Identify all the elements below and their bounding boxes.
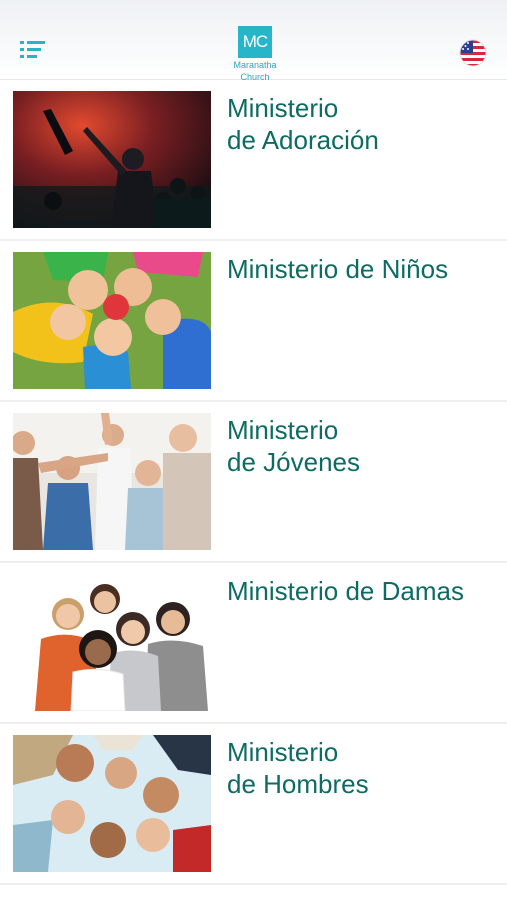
ministry-title: Ministerio de Damas	[227, 575, 497, 607]
ministry-title: Ministerio de Hombres	[227, 736, 497, 800]
men-huddle-photo	[13, 735, 211, 872]
app-header: MC Maranatha Church	[0, 0, 507, 82]
menu-list-icon[interactable]	[18, 38, 48, 62]
church-logo[interactable]: MC Maranatha Church	[229, 26, 281, 82]
worship-concert-photo	[13, 91, 211, 228]
ministry-list: Ministerio de Adoración Ministerio de Ni…	[0, 80, 507, 885]
ministry-title-line1: Ministerio	[227, 737, 339, 767]
ministry-title-line1: Ministerio	[227, 93, 339, 123]
logo-mark: MC	[238, 26, 272, 58]
women-group-photo	[13, 574, 211, 711]
ministry-title-line2: de Adoración	[227, 125, 379, 155]
ministry-title: Ministerio de Niños	[227, 253, 497, 285]
ministry-title-line2: de Hombres	[227, 769, 369, 799]
us-flag-icon[interactable]	[458, 38, 488, 68]
ministry-item-damas[interactable]: Ministerio de Damas	[0, 563, 507, 724]
ministry-title-line1: Ministerio de Niños	[227, 254, 449, 284]
ministry-item-adoracion[interactable]: Ministerio de Adoración	[0, 80, 507, 241]
ministry-title: Ministerio de Adoración	[227, 92, 497, 156]
youth-group-photo	[13, 413, 211, 550]
ministry-title: Ministerio de Jóvenes	[227, 414, 497, 478]
ministry-title-line2: de Jóvenes	[227, 447, 360, 477]
ministry-title-line1: Ministerio	[227, 415, 339, 445]
children-circle-photo	[13, 252, 211, 389]
ministry-title-line1: Ministerio de Damas	[227, 576, 464, 606]
ministry-item-hombres[interactable]: Ministerio de Hombres	[0, 724, 507, 885]
logo-name-line1: Maranatha	[233, 60, 277, 70]
ministry-item-jovenes[interactable]: Ministerio de Jóvenes	[0, 402, 507, 563]
ministry-item-ninos[interactable]: Ministerio de Niños	[0, 241, 507, 402]
